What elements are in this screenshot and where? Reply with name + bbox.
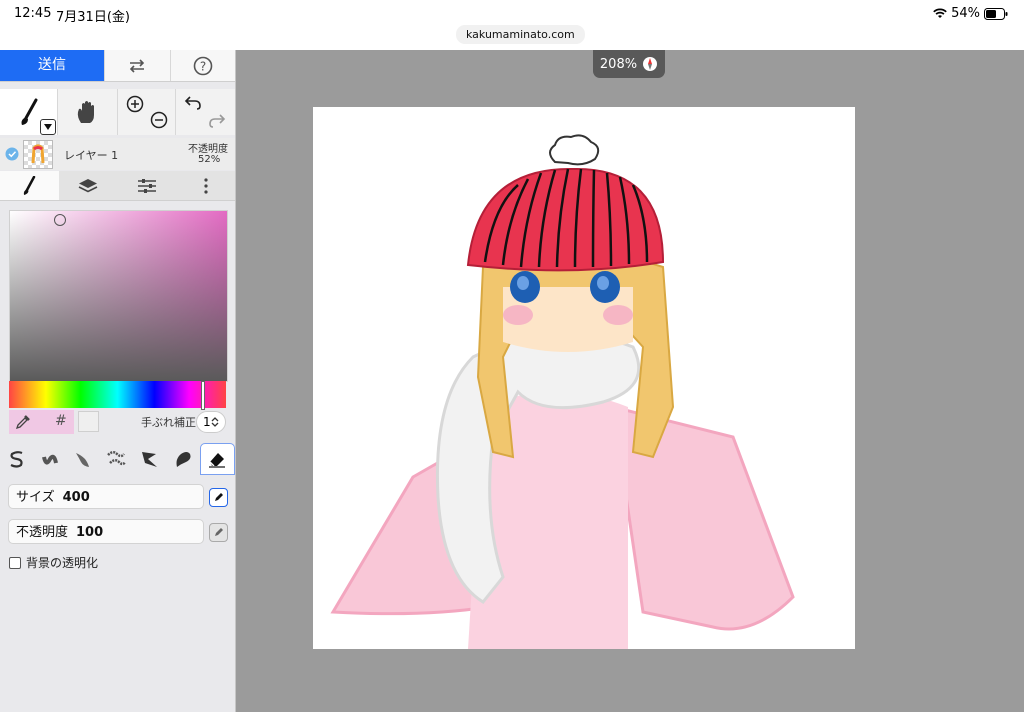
brush-eraser[interactable] (199, 443, 235, 475)
size-label: サイズ (16, 490, 55, 505)
color-picker-square[interactable] (9, 210, 228, 382)
opacity-label: 不透明度 (16, 525, 69, 540)
tab-brush[interactable] (0, 171, 59, 200)
pen-icon (215, 493, 223, 501)
opacity-pressure-toggle[interactable] (209, 523, 228, 542)
more-vertical-icon (204, 177, 208, 194)
layer-opacity-value: 52% (198, 154, 221, 165)
url-bar[interactable]: kakumaminato.com (456, 25, 585, 44)
opacity-value: 100 (76, 525, 104, 540)
drawing-canvas[interactable] (313, 107, 855, 649)
hand-icon (78, 101, 95, 123)
compass-icon (643, 57, 658, 71)
watercolor-icon (76, 453, 90, 467)
brush-blur[interactable] (133, 443, 166, 475)
status-bar: 12:45 7月31日(金) 54% kakumaminato.com (0, 0, 1024, 50)
swap-arrows-icon (130, 58, 145, 73)
transparent-bg-checkbox[interactable] (9, 556, 21, 569)
current-color-swatch[interactable] (78, 411, 99, 432)
tab-more[interactable] (176, 171, 235, 200)
layer-row[interactable]: レイヤー 1 不透明度 52% (0, 138, 235, 170)
top-toolbar: 送信 ? (0, 50, 235, 82)
pen-stroke-icon (10, 451, 23, 468)
opacity-field[interactable]: 不透明度 100 (8, 519, 204, 544)
stepper-icon (211, 417, 219, 427)
tab-layers[interactable] (59, 171, 118, 200)
redo-icon[interactable] (208, 113, 226, 129)
layers-icon (78, 178, 98, 192)
brush-tool[interactable] (0, 89, 59, 135)
tool-row (0, 89, 235, 135)
zoom-in-icon[interactable] (126, 95, 144, 113)
brush-watercolor[interactable] (67, 443, 100, 475)
help-button[interactable]: ? (169, 50, 236, 81)
battery-icon (984, 7, 1008, 20)
transparent-bg-label: 背景の透明化 (26, 556, 99, 570)
artwork (330, 134, 795, 649)
zoom-out-icon[interactable] (150, 111, 168, 129)
zoom-tools (118, 89, 176, 135)
panel-tabs (0, 171, 235, 201)
zoom-badge[interactable]: 208% (593, 50, 665, 78)
size-value: 400 (62, 490, 90, 505)
wifi-icon (933, 8, 947, 18)
send-button[interactable]: 送信 (0, 50, 104, 81)
undo-icon[interactable] (184, 95, 202, 111)
hand-tool[interactable] (58, 89, 118, 135)
brush-presets (0, 443, 235, 475)
smudge-icon (176, 452, 191, 467)
eraser-icon (209, 453, 226, 468)
brush-icon (21, 98, 38, 125)
hue-slider[interactable] (9, 381, 226, 410)
help-icon: ? (193, 56, 213, 75)
brush-pen[interactable] (0, 443, 33, 475)
size-pressure-toggle[interactable] (209, 488, 228, 507)
swap-button[interactable] (104, 50, 170, 81)
brush-airbrush[interactable] (100, 443, 133, 475)
stabilizer-stepper[interactable]: 1 (196, 411, 226, 433)
eyedropper-icon[interactable] (15, 414, 31, 430)
blur-icon (141, 452, 157, 467)
zoom-level: 208% (599, 56, 638, 72)
stabilizer-label: 手ぶれ補正 (141, 416, 196, 429)
layer-thumbnail-art (31, 144, 45, 164)
airbrush-icon (107, 451, 127, 466)
status-date: 7月31日(金) (56, 10, 130, 25)
brush-icon (24, 175, 36, 195)
color-picker-handle[interactable] (54, 214, 66, 226)
pen-icon (215, 528, 223, 536)
status-time: 12:45 (14, 6, 52, 21)
svg-text:?: ? (200, 59, 206, 73)
pencil-stroke-icon (41, 454, 58, 465)
tab-adjustments[interactable] (118, 171, 177, 200)
layer-opacity-label: 不透明度 (188, 144, 228, 155)
brush-pencil[interactable] (33, 443, 66, 475)
stabilizer-value: 1 (203, 415, 211, 429)
brush-smudge[interactable] (166, 443, 199, 475)
status-indicators: 54% (933, 6, 1008, 21)
layer-name: レイヤー 1 (64, 149, 119, 162)
hex-input-button[interactable]: # (55, 413, 67, 429)
hue-slider-handle[interactable] (201, 381, 205, 410)
transparent-bg-option[interactable]: 背景の透明化 (9, 554, 98, 571)
layer-checkbox-icon[interactable] (5, 147, 19, 161)
sliders-icon (137, 178, 156, 193)
tool-panel: 送信 ? レイヤー 1 不透明度 52% # 手ぶれ補正 1 サイズ 400 不… (0, 50, 236, 712)
layer-thumbnail (23, 140, 53, 169)
history-tools (176, 89, 235, 135)
dropdown-icon (44, 124, 52, 130)
brush-dropdown-button[interactable] (40, 119, 56, 135)
battery-percent: 54% (951, 6, 980, 21)
size-field[interactable]: サイズ 400 (8, 484, 204, 509)
color-tools: # (9, 410, 74, 434)
